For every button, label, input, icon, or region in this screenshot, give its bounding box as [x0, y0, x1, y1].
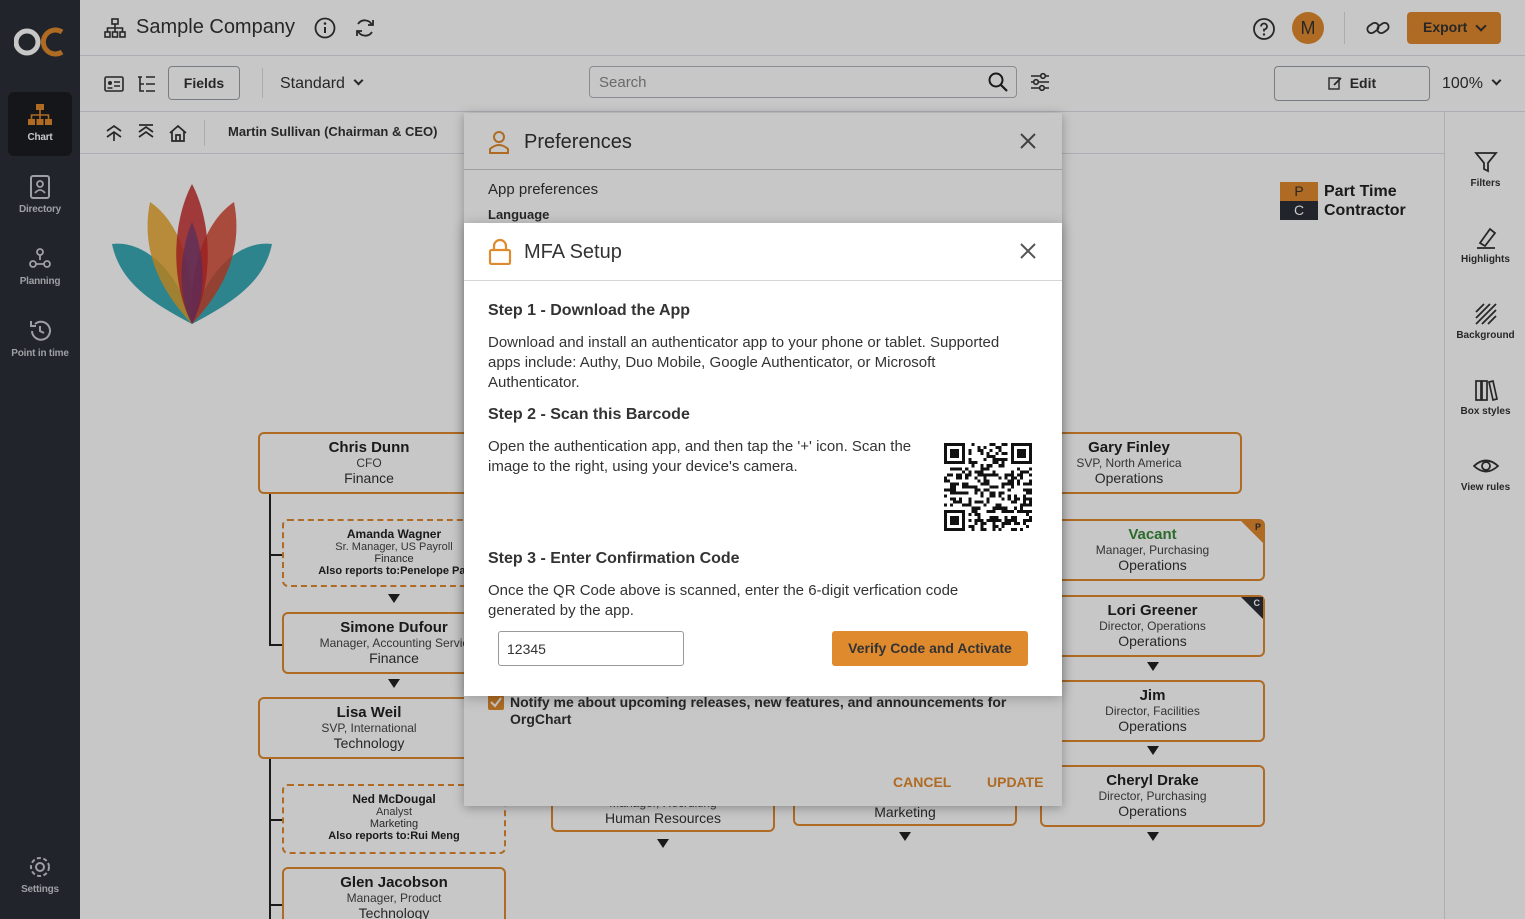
mfa-header: MFA Setup — [464, 223, 1062, 281]
close-icon[interactable] — [1018, 241, 1038, 261]
mfa-title: MFA Setup — [524, 241, 622, 263]
mfa-setup-dialog: MFA Setup Step 1 - Download the App Down… — [464, 223, 1062, 696]
lock-icon — [488, 238, 512, 265]
qr-code-icon — [944, 443, 1032, 531]
verify-code-button[interactable]: Verify Code and Activate — [832, 631, 1028, 666]
confirmation-code-input[interactable] — [498, 631, 684, 666]
step2-title: Step 2 - Scan this Barcode — [488, 406, 690, 423]
step2-text: Open the authentication app, and then ta… — [488, 438, 912, 475]
step3-title: Step 3 - Enter Confirmation Code — [488, 550, 740, 567]
step3-text: Once the QR Code above is scanned, enter… — [488, 582, 959, 619]
step1-title: Step 1 - Download the App — [488, 302, 691, 319]
step1-text: Download and install an authenticator ap… — [488, 334, 1000, 391]
